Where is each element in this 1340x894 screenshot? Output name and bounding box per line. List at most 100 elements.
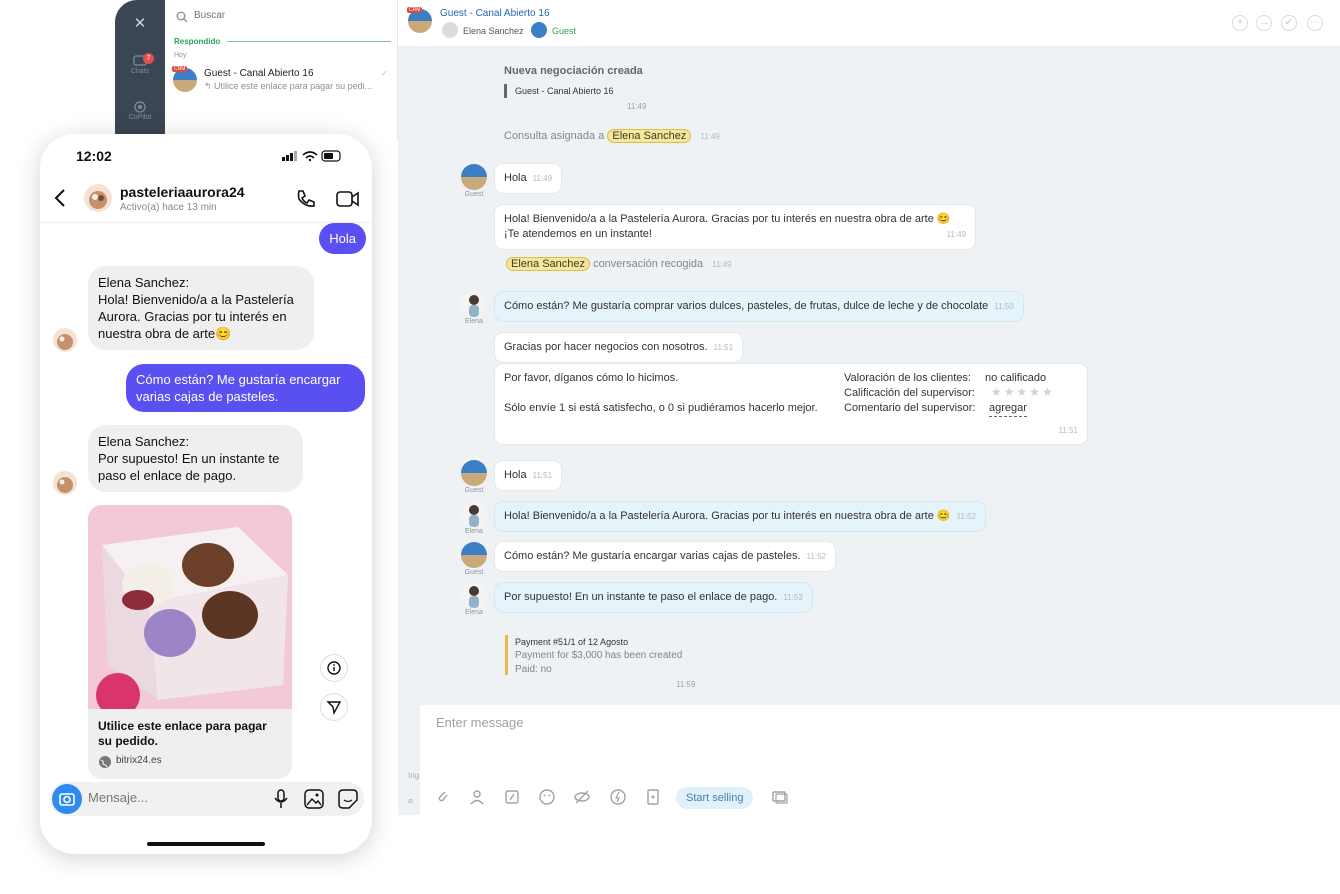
picked-text: conversación recogida: [593, 258, 704, 270]
rail-item-copilot[interactable]: CoPilot: [115, 100, 165, 121]
message-bubble: Cómo están? Me gustaría encargar varias …: [495, 542, 835, 571]
picked-time: 11:49: [712, 260, 732, 269]
payment-link-card[interactable]: Utilice este enlace para pagar su pedido…: [88, 505, 292, 779]
deal-created-title: Nueva negociación creada: [504, 65, 643, 77]
deal-name[interactable]: Guest - Canal Abierto 16: [515, 86, 614, 96]
phone-sender-avatar: [53, 328, 77, 352]
guest-name[interactable]: Guest: [552, 26, 576, 36]
phone-incoming-message: Elena Sanchez: Hola! Bienvenido/a a la P…: [88, 266, 314, 350]
search-icon: [176, 11, 188, 23]
close-icon[interactable]: ✕: [130, 14, 150, 34]
contact-status: Activo(a) hace 13 min: [120, 202, 217, 213]
command-icon[interactable]: [503, 788, 521, 806]
contact-icon[interactable]: [468, 788, 486, 806]
message-bubble: Hola! Bienvenido/a a la Pastelería Auror…: [495, 205, 975, 249]
message-time: 11:52: [806, 552, 826, 561]
share-button[interactable]: [321, 694, 347, 720]
forward-icon[interactable]: →: [1256, 15, 1272, 31]
payment-time: 11:59: [676, 680, 696, 689]
search-input[interactable]: [194, 10, 384, 21]
more-icon[interactable]: ⋯: [1307, 15, 1323, 31]
message-bubble: Hola! Bienvenido/a a la Pastelería Auror…: [495, 502, 986, 531]
message-input[interactable]: [436, 715, 1316, 775]
chat-list-item[interactable]: CRM Guest - Canal Abierto 16 ↰ Utilice e…: [171, 64, 393, 96]
cupcakes-image: [88, 505, 292, 709]
message-text: Hola! Bienvenido/a a la Pastelería Auror…: [504, 213, 951, 225]
guest-label: Guest: [464, 487, 484, 494]
card-title: Utilice este enlace para pagar su pedido…: [98, 719, 267, 748]
phone-message-input[interactable]: [88, 790, 238, 805]
message-text-line2: ¡Te atendemos en un instante!: [504, 228, 652, 240]
video-call-icon[interactable]: [336, 189, 360, 209]
payment-title[interactable]: Payment #51/1 of 12 Agosto: [515, 637, 628, 647]
customer-rating-label: Valoración de los clientes:: [844, 372, 971, 384]
guest-label: Guest: [464, 569, 484, 576]
message-text: Por supuesto! En un instante te paso el …: [504, 591, 778, 603]
guest-avatar: [461, 164, 487, 190]
operator-avatar: [442, 22, 458, 38]
elena-avatar: [461, 291, 487, 317]
phone-header-divider: [40, 222, 372, 223]
composer: Start selling: [420, 705, 1340, 815]
attach-icon[interactable]: [434, 788, 452, 806]
lightning-icon[interactable]: [609, 788, 627, 806]
message-time: 11:50: [994, 302, 1014, 311]
section-divider: [227, 41, 391, 42]
partial-label: Ing: [408, 771, 420, 780]
guest-label: Guest: [464, 191, 484, 198]
chat-title[interactable]: Guest - Canal Abierto 16: [440, 8, 550, 19]
picked-operator-tag[interactable]: Elena Sanchez: [506, 257, 590, 271]
start-selling-button[interactable]: Start selling: [676, 787, 754, 809]
assigned-text: Consulta asignada a: [504, 130, 605, 142]
assigned-operator-tag[interactable]: Elena Sanchez: [607, 129, 692, 143]
guest-avatar: [461, 460, 487, 486]
camera-button[interactable]: [52, 784, 82, 814]
message-bubble: Cómo están? Me gustaría comprar varios d…: [495, 292, 1023, 321]
globe-icon: [99, 756, 111, 768]
card-url[interactable]: bitrix24.es: [116, 755, 162, 766]
emoji-icon[interactable]: [538, 788, 556, 806]
chat-item-preview: ↰ Utilice este enlace para pagar su pedi…: [204, 81, 373, 91]
rating-request-text: Por favor, díganos cómo lo hicimos.: [504, 372, 679, 384]
phone-call-icon[interactable]: [295, 188, 317, 210]
supervisor-rating-label: Calificación del supervisor:: [844, 387, 975, 399]
add-icon[interactable]: +: [1232, 15, 1248, 31]
elena-avatar: [461, 501, 487, 527]
crm-badge: CRM: [172, 66, 188, 72]
message-time: 11:51: [532, 471, 553, 480]
section-label: Respondido: [174, 37, 221, 46]
guest-avatar: [461, 542, 487, 568]
elena-avatar: [461, 582, 487, 608]
elena-label: Elena: [465, 318, 483, 325]
phone-sender-name: Elena Sanchez:: [98, 275, 190, 290]
assigned-system-message: Consulta asignada a Elena Sanchez 11:49: [504, 129, 720, 143]
rail-item-chats[interactable]: Chats: [115, 54, 165, 75]
elena-label: Elena: [465, 609, 483, 616]
message-text: Cómo están? Me gustaría comprar varios d…: [504, 300, 989, 312]
contact-avatar[interactable]: [84, 184, 112, 212]
supervisor-stars[interactable]: ★★★★★: [991, 385, 1055, 400]
gallery-icon[interactable]: [304, 789, 324, 809]
send-icon: [326, 701, 342, 716]
deal-time: 11:49: [627, 102, 647, 111]
customer-rating-value: no calificado: [985, 372, 1047, 384]
back-icon[interactable]: [54, 189, 66, 207]
info-icon: [327, 661, 341, 675]
templates-icon[interactable]: [771, 788, 789, 806]
phone-sender-name: Elena Sanchez:: [98, 434, 190, 449]
contact-name[interactable]: pasteleriaaurora24: [120, 184, 245, 200]
sticker-icon[interactable]: [338, 789, 358, 809]
phone-outgoing-message: Cómo están? Me gustaría encargar varias …: [126, 364, 365, 412]
hidden-message-icon[interactable]: [573, 788, 591, 806]
copilot-icon: [134, 101, 146, 113]
phone-message-text: Hola! Bienvenido/a a la Pastelería Auror…: [98, 292, 294, 341]
supervisor-comment-link[interactable]: agregar: [989, 401, 1027, 417]
finish-icon[interactable]: ✓: [1281, 15, 1297, 31]
microphone-icon[interactable]: [272, 789, 290, 809]
info-button[interactable]: [321, 655, 347, 681]
operator-name[interactable]: Elena Sanchez: [463, 26, 524, 36]
supervisor-comment-label: Comentario del supervisor:: [844, 402, 976, 414]
message-time: 11:49: [532, 174, 553, 183]
document-icon[interactable]: [644, 788, 662, 806]
message-text: Hola: [504, 172, 527, 184]
